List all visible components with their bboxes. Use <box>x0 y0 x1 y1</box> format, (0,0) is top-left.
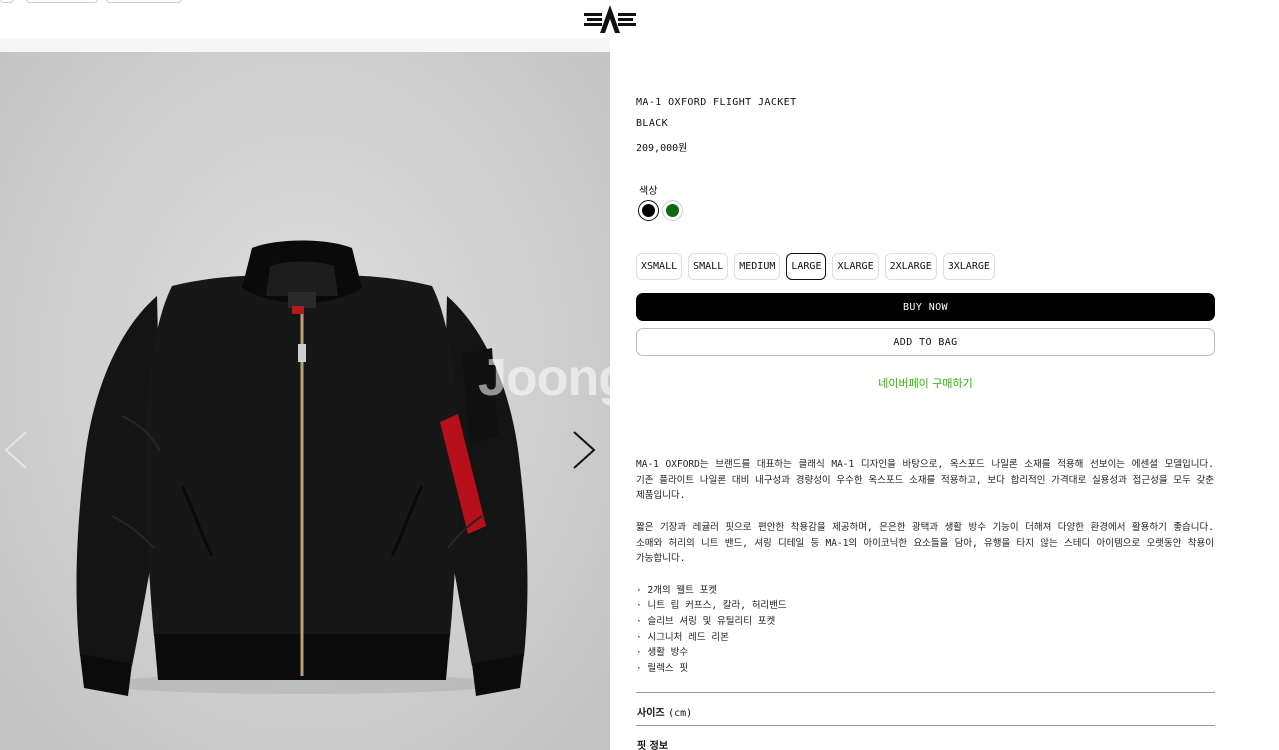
size-option-xsmall[interactable]: XSMALL <box>636 253 683 280</box>
feature-item: 릴렉스 핏 <box>636 661 1214 677</box>
watermark: Joong <box>478 349 610 407</box>
product-gallery[interactable]: Joong <box>0 38 610 750</box>
color-label: 색상 <box>639 186 658 197</box>
size-option-large[interactable]: LARGE <box>786 253 827 280</box>
accordion-size[interactable]: 사이즈 (cm) <box>636 692 1215 725</box>
top-tab[interactable] <box>0 0 14 3</box>
jacket-image <box>76 240 528 696</box>
color-swatch-black[interactable] <box>638 200 659 221</box>
product-color-name: BLACK <box>636 118 669 129</box>
feature-item: 생활 방수 <box>636 645 1214 661</box>
feature-item: 2개의 웰트 포켓 <box>636 583 1214 599</box>
accordion-size-label[interactable]: 사이즈 (cm) <box>637 704 692 719</box>
color-swatch-green[interactable] <box>662 200 683 221</box>
size-option-small[interactable]: SMALL <box>688 253 729 280</box>
chevron-right-icon[interactable] <box>566 426 602 474</box>
size-option-3xlarge[interactable]: 3XLARGE <box>942 253 995 280</box>
add-to-bag-button[interactable]: ADD TO BAG <box>636 328 1215 356</box>
description-paragraph: MA-1 OXFORD는 브랜드를 대표하는 클래식 MA-1 디자인을 바탕으… <box>636 459 1214 502</box>
buy-now-button[interactable]: BUY NOW <box>636 293 1215 321</box>
product-image-area: Joong <box>0 52 610 750</box>
feature-item: 시그니처 레드 리본 <box>636 630 1214 646</box>
size-option-xlarge[interactable]: XLARGE <box>832 253 879 280</box>
color-dot-green <box>666 204 679 217</box>
description-paragraph: 짧은 기장과 레귤러 핏으로 편안한 착용감을 제공하며, 은은한 광택과 생활… <box>636 521 1214 565</box>
size-unit-text: (cm) <box>668 708 693 719</box>
top-tab[interactable] <box>26 0 98 3</box>
naver-pay-button[interactable]: 네이버페이 구매하기 <box>636 375 1215 391</box>
alpha-industries-logo-icon[interactable] <box>582 3 638 35</box>
accordion-fit-label[interactable]: 핏 정보 <box>637 737 668 750</box>
size-label-text: 사이즈 <box>637 708 665 719</box>
feature-item: 니트 립 커프스, 칼라, 허리밴드 <box>636 598 1214 614</box>
product-title: MA-1 OXFORD FLIGHT JACKET <box>636 97 797 108</box>
size-option-medium[interactable]: MEDIUM <box>734 253 781 280</box>
product-description: MA-1 OXFORD는 브랜드를 대표하는 클래식 MA-1 디자인을 바탕으… <box>636 457 1214 677</box>
feature-item: 슬리브 셔링 및 유틸리티 포켓 <box>636 614 1214 630</box>
size-option-2xlarge[interactable]: 2XLARGE <box>884 253 937 280</box>
accordion-fit[interactable]: 핏 정보 <box>636 725 1215 750</box>
top-tab[interactable] <box>106 0 182 3</box>
site-header <box>0 0 1279 38</box>
chevron-left-icon[interactable] <box>0 426 36 474</box>
feature-list: 2개의 웰트 포켓 니트 립 커프스, 칼라, 허리밴드 슬리브 셔링 및 유틸… <box>636 583 1214 677</box>
color-dot-black <box>642 204 655 217</box>
size-selector: XSMALL SMALL MEDIUM LARGE XLARGE 2XLARGE… <box>636 253 995 280</box>
product-price: 209,000원 <box>636 143 688 154</box>
